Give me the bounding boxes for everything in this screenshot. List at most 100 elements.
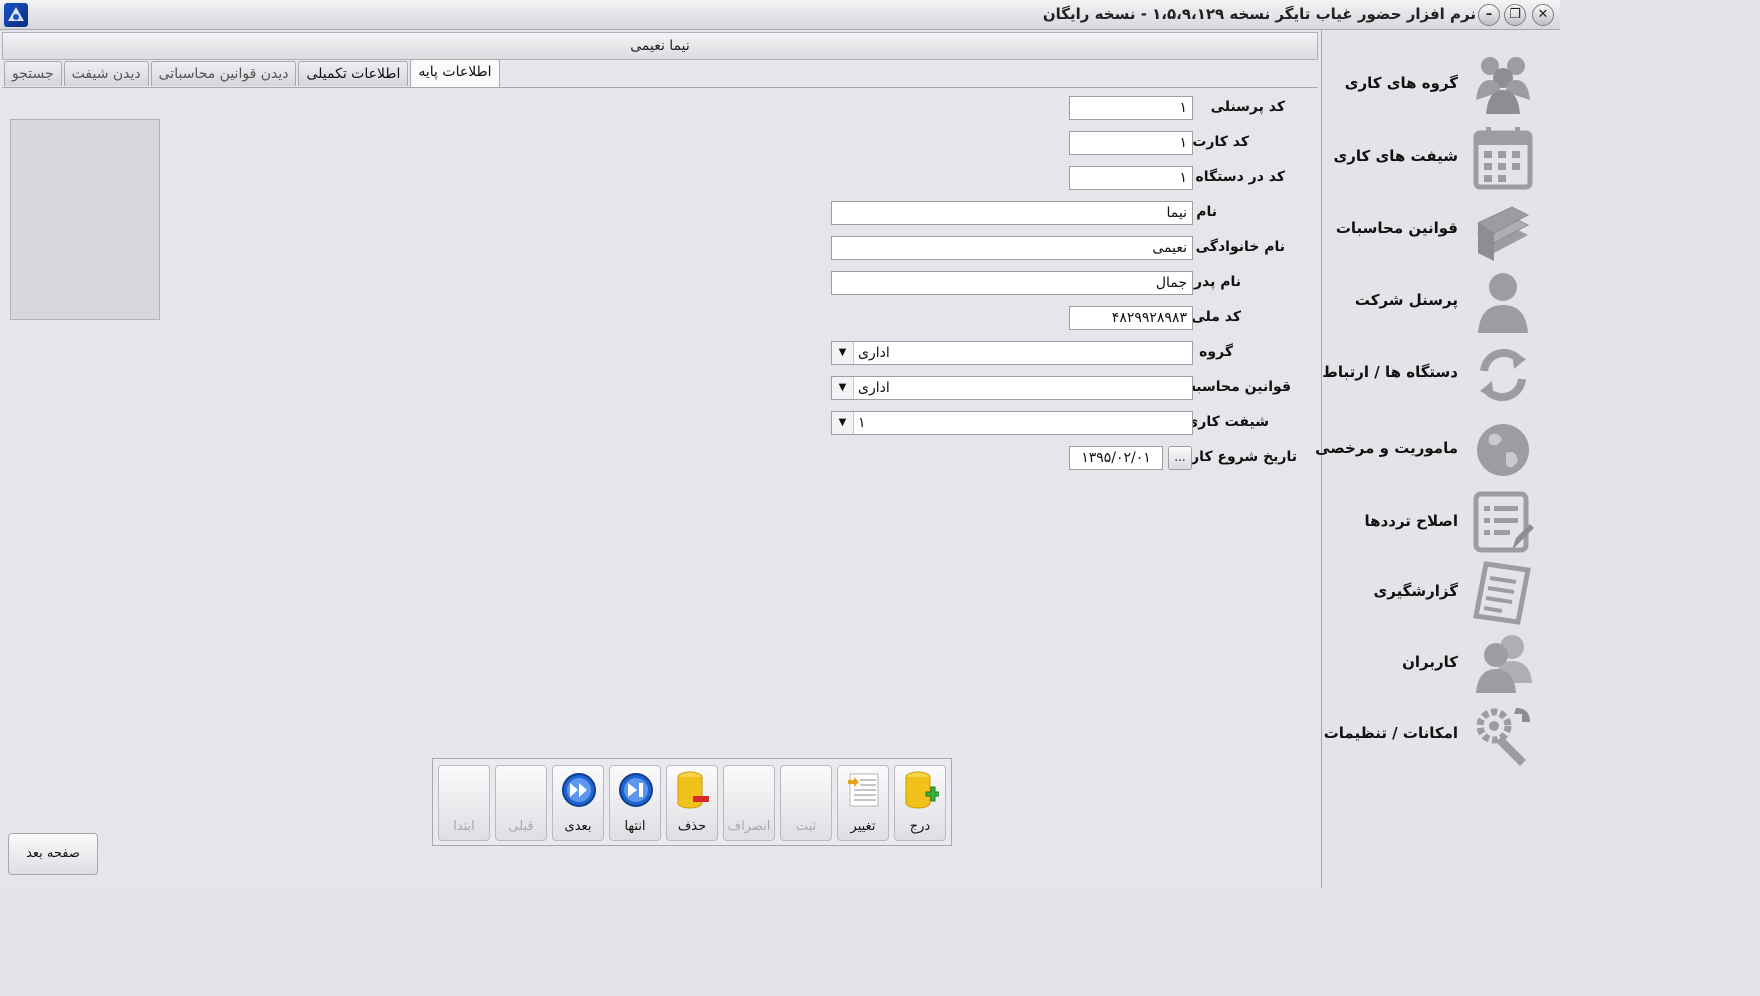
start-date-label: تاریخ شروع کار xyxy=(1191,449,1297,465)
group-label: گروه xyxy=(1199,344,1233,360)
books-icon xyxy=(1476,206,1530,261)
chevron-down-icon[interactable]: ▼ xyxy=(832,412,854,434)
globe-icon xyxy=(1477,424,1529,476)
last-record-label: انتها xyxy=(624,819,646,834)
sidebar-item-label: گروه های کاری xyxy=(1344,74,1458,92)
skip-to-end-icon xyxy=(619,773,653,807)
sidebar-item-mission-leave[interactable]: ماموریت و مرخصی xyxy=(1315,417,1560,487)
insert-button[interactable]: درج xyxy=(894,765,946,841)
last-name-input[interactable]: نعیمی xyxy=(831,236,1193,260)
group-select-value: اداری xyxy=(858,345,890,361)
desktop-background xyxy=(0,888,1760,996)
work-shift-select-value: ۱ xyxy=(858,415,866,431)
sidebar-item-label: شیفت های کاری xyxy=(1333,147,1458,165)
device-code-input[interactable]: ۱ xyxy=(1069,166,1193,190)
sidebar-item-label: امکانات / تنظیمات xyxy=(1323,724,1458,742)
sidebar-item-settings[interactable]: امکانات / تنظیمات xyxy=(1323,702,1560,772)
previous-record-button[interactable]: قبلی xyxy=(495,765,547,841)
edit-button[interactable]: تغییر xyxy=(837,765,889,841)
minimize-button[interactable]: – xyxy=(1478,4,1500,26)
delete-button[interactable]: حذف xyxy=(666,765,718,841)
app-window: نرم افزار حضور غیاب تایگر نسخه ۱،۵،۹،۱۲۹… xyxy=(0,0,1560,888)
tab-shift[interactable]: دیدن شیفت xyxy=(63,61,149,86)
sidebar-item-calc-rules[interactable]: قوانین محاسبات xyxy=(1323,197,1560,267)
database-add-icon xyxy=(905,771,939,809)
next-page-button[interactable]: صفحه بعد xyxy=(8,833,98,875)
tab-search[interactable]: جستجو xyxy=(4,61,62,86)
card-code-input[interactable]: ۱ xyxy=(1069,131,1193,155)
first-name-input[interactable]: نیما xyxy=(831,201,1193,225)
personnel-code-label: کد پرسنلی xyxy=(1210,99,1285,115)
calc-rules-label: قوانین محاسبه xyxy=(1187,379,1291,395)
previous-record-label: قبلی xyxy=(508,819,534,834)
main-panel: نیما نعیمی اطلاعات پایه اطلاعات تکمیلی د… xyxy=(0,30,1322,888)
delete-label: حذف xyxy=(677,819,707,834)
close-button[interactable]: ✕ xyxy=(1532,4,1554,26)
sidebar-item-work-shifts[interactable]: شیفت های کاری xyxy=(1323,125,1560,195)
sidebar-item-personnel[interactable]: پرسنل شرکت xyxy=(1323,269,1560,339)
title-bar: نرم افزار حضور غیاب تایگر نسخه ۱،۵،۹،۱۲۹… xyxy=(0,0,1560,30)
employee-photo[interactable] xyxy=(10,119,160,320)
sidebar-item-users[interactable]: کاربران xyxy=(1323,631,1560,701)
save-button[interactable]: ثبت xyxy=(780,765,832,841)
last-record-button[interactable]: انتها xyxy=(609,765,661,841)
work-shift-select[interactable]: ۱ ▼ xyxy=(831,411,1193,435)
last-name-label: نام خانوادگی xyxy=(1195,239,1285,255)
sidebar-item-label: قوانین محاسبات xyxy=(1335,219,1458,237)
sidebar-item-work-groups[interactable]: گروه های کاری xyxy=(1323,52,1560,122)
device-code-label: کد در دستگاه xyxy=(1195,169,1285,185)
save-label: ثبت xyxy=(795,819,817,834)
users-icon xyxy=(1476,635,1532,693)
sidebar-item-label: اصلاح ترددها xyxy=(1364,512,1458,530)
father-name-input[interactable]: جمال xyxy=(831,271,1193,295)
tab-bar: اطلاعات پایه اطلاعات تکمیلی دیدن قوانین … xyxy=(4,59,502,87)
first-record-button[interactable]: ابتدا xyxy=(438,765,490,841)
next-record-label: بعدی xyxy=(564,819,592,834)
first-name-label: نام xyxy=(1196,204,1217,220)
sidebar-item-label: کاربران xyxy=(1402,653,1458,671)
restore-button[interactable]: ❐ xyxy=(1504,4,1526,26)
fast-forward-icon xyxy=(562,773,596,807)
person-icon xyxy=(1478,273,1528,333)
chevron-down-icon[interactable]: ▼ xyxy=(832,342,854,364)
personnel-code-input[interactable]: ۱ xyxy=(1069,96,1193,120)
tab-divider xyxy=(2,87,1318,88)
card-code-label: کد کارت xyxy=(1192,134,1249,150)
tab-extra-info[interactable]: اطلاعات تکمیلی xyxy=(298,61,409,86)
sync-icon xyxy=(1480,348,1526,402)
window-title: نرم افزار حضور غیاب تایگر نسخه ۱،۵،۹،۱۲۹… xyxy=(1042,5,1476,23)
group-select[interactable]: اداری ▼ xyxy=(831,341,1193,365)
sidebar-item-devices[interactable]: دستگاه ها / ارتباط xyxy=(1322,341,1560,411)
chevron-down-icon[interactable]: ▼ xyxy=(832,377,854,399)
cancel-label: انصراف xyxy=(727,819,771,834)
start-date-input[interactable]: ۱۳۹۵/۰۲/۰۱ xyxy=(1069,446,1163,470)
edit-label: تغییر xyxy=(850,819,876,834)
tab-calc-rules[interactable]: دیدن قوانین محاسباتی xyxy=(150,61,297,86)
first-record-label: ابتدا xyxy=(453,819,475,834)
national-code-input[interactable]: ۴۸۲۹۹۲۸۹۸۳ xyxy=(1069,306,1193,330)
sidebar-item-label: ماموریت و مرخصی xyxy=(1315,439,1458,457)
next-record-button[interactable]: بعدی xyxy=(552,765,604,841)
edit-lines-icon xyxy=(848,773,879,807)
national-code-label: کد ملی xyxy=(1191,309,1241,325)
insert-label: درج xyxy=(909,819,931,834)
people-group-icon xyxy=(1476,57,1530,114)
app-logo-icon[interactable] xyxy=(4,3,28,27)
edit-list-icon xyxy=(1473,491,1534,553)
father-name-label: نام پدر xyxy=(1193,274,1241,290)
sidebar-item-reports[interactable]: گزارشگیری xyxy=(1323,560,1560,630)
report-icon xyxy=(1473,561,1531,625)
date-picker-button[interactable]: ... xyxy=(1168,446,1192,470)
work-shift-label: شیفت کاری xyxy=(1185,414,1269,430)
employee-name-header: نیما نعیمی xyxy=(2,32,1318,60)
database-delete-icon xyxy=(677,771,709,809)
cancel-button[interactable]: انصراف xyxy=(723,765,775,841)
sidebar-item-label: گزارشگیری xyxy=(1373,582,1458,600)
calc-rules-select[interactable]: اداری ▼ xyxy=(831,376,1193,400)
tab-basic-info[interactable]: اطلاعات پایه xyxy=(410,59,500,87)
calendar-icon xyxy=(1473,127,1533,190)
sidebar-item-fix-attendance[interactable]: اصلاح ترددها xyxy=(1323,490,1560,560)
sidebar-item-label: پرسنل شرکت xyxy=(1354,291,1458,309)
sidebar-item-label: دستگاه ها / ارتباط xyxy=(1322,363,1458,381)
sidebar-nav: گروه های کاری شیفت های کاری قوانین محاسب… xyxy=(1315,30,1560,888)
